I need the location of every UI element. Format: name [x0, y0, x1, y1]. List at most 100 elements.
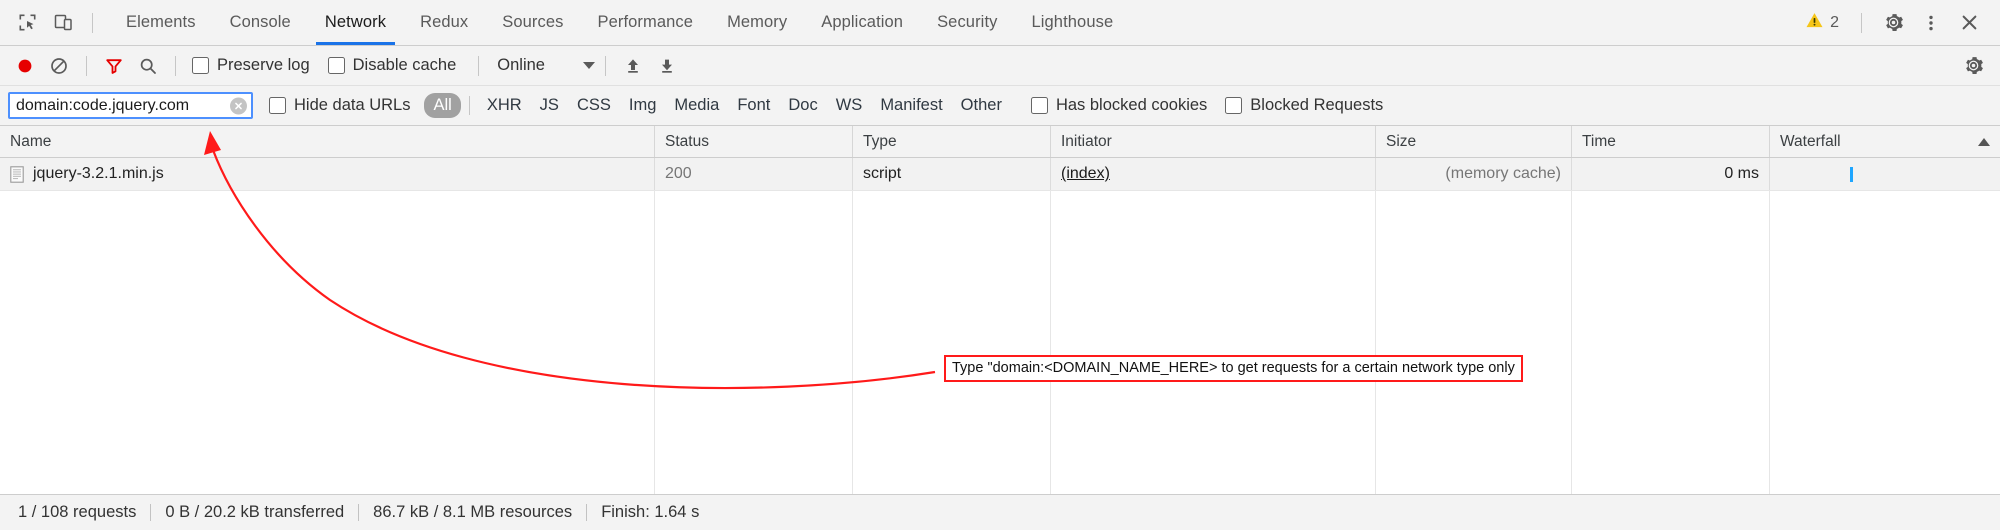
- chip-media[interactable]: Media: [665, 93, 728, 118]
- has-blocked-cookies-box: [1030, 97, 1048, 114]
- request-name: jquery-3.2.1.min.js: [33, 165, 164, 182]
- tab-security[interactable]: Security: [920, 0, 1014, 45]
- waterfall-bar: [1850, 166, 1853, 182]
- warning-icon: [1805, 11, 1824, 35]
- toolbar-divider-4: [604, 55, 606, 76]
- script-file-icon: [10, 165, 24, 183]
- chip-ws[interactable]: WS: [827, 93, 872, 118]
- filter-input-wrap: [8, 92, 253, 119]
- network-statusbar: 1 / 108 requests 0 B / 20.2 kB transferr…: [0, 494, 2000, 530]
- chip-js[interactable]: JS: [531, 93, 568, 118]
- network-request-table: Name Status Type Initiator Size Time Wat…: [0, 126, 2000, 494]
- tabbar-divider: [92, 12, 93, 33]
- column-header-time[interactable]: Time: [1572, 126, 1770, 157]
- tab-redux[interactable]: Redux: [403, 0, 485, 45]
- preserve-log-label: Preserve log: [217, 56, 310, 74]
- has-blocked-cookies-checkbox[interactable]: Has blocked cookies: [1030, 96, 1208, 115]
- tabbar-actions-divider: [1861, 12, 1862, 33]
- toolbar-divider-3: [478, 55, 480, 76]
- toolbar-right-actions: [1956, 49, 1990, 83]
- initiator-link[interactable]: (index): [1061, 165, 1110, 183]
- tabbar-actions: 2: [1797, 0, 1990, 45]
- sort-ascending-icon: [1978, 137, 1990, 146]
- network-filterbar: Hide data URLs All XHR JS CSS Img Media …: [0, 86, 2000, 126]
- column-header-name[interactable]: Name: [0, 126, 655, 157]
- more-options-icon[interactable]: [1914, 6, 1948, 40]
- chip-all[interactable]: All: [424, 93, 461, 118]
- column-header-waterfall[interactable]: Waterfall: [1770, 126, 2000, 157]
- network-settings-gear-icon[interactable]: [1956, 49, 1990, 83]
- tab-lighthouse[interactable]: Lighthouse: [1014, 0, 1130, 45]
- status-transferred: 0 B / 20.2 kB transferred: [165, 503, 345, 521]
- chip-img[interactable]: Img: [620, 93, 666, 118]
- chip-font[interactable]: Font: [728, 93, 779, 118]
- hide-data-urls-label: Hide data URLs: [294, 96, 411, 114]
- tab-console[interactable]: Console: [213, 0, 308, 45]
- cell-status: 200: [655, 158, 853, 190]
- column-header-waterfall-label: Waterfall: [1780, 132, 1841, 150]
- toolbar-divider-1: [86, 55, 87, 76]
- export-har-icon[interactable]: [650, 49, 684, 83]
- preserve-log-box: [192, 57, 209, 74]
- settings-gear-icon[interactable]: [1876, 6, 1910, 40]
- blocked-requests-box: [1225, 97, 1243, 114]
- tab-performance[interactable]: Performance: [581, 0, 711, 45]
- blocked-requests-checkbox[interactable]: Blocked Requests: [1225, 96, 1383, 115]
- cell-time: 0 ms: [1572, 158, 1770, 190]
- tab-sources[interactable]: Sources: [485, 0, 580, 45]
- status-requests: 1 / 108 requests: [18, 503, 137, 521]
- blocked-requests-label: Blocked Requests: [1250, 96, 1384, 114]
- cell-size: (memory cache): [1376, 158, 1572, 190]
- table-row[interactable]: jquery-3.2.1.min.js 200 script (index) (…: [0, 158, 2000, 191]
- table-body: jquery-3.2.1.min.js 200 script (index) (…: [0, 158, 2000, 494]
- inspect-element-icon[interactable]: [10, 6, 44, 40]
- hide-data-urls-box: [269, 97, 286, 114]
- tab-network[interactable]: Network: [308, 0, 403, 45]
- column-header-size[interactable]: Size: [1376, 126, 1572, 157]
- chip-divider: [468, 96, 470, 115]
- device-toolbar-icon[interactable]: [46, 6, 80, 40]
- disable-cache-checkbox[interactable]: Disable cache: [327, 56, 457, 75]
- chip-css[interactable]: CSS: [568, 93, 620, 118]
- cell-name: jquery-3.2.1.min.js: [0, 158, 655, 190]
- import-har-icon[interactable]: [616, 49, 650, 83]
- chip-doc[interactable]: Doc: [779, 93, 826, 118]
- devtools-window: Elements Console Network Redux Sources P…: [0, 0, 2000, 530]
- chip-manifest[interactable]: Manifest: [871, 93, 951, 118]
- column-header-initiator[interactable]: Initiator: [1051, 126, 1376, 157]
- column-header-type[interactable]: Type: [853, 126, 1051, 157]
- cell-waterfall: [1770, 158, 2000, 190]
- clear-filter-icon[interactable]: [230, 97, 247, 114]
- tab-application[interactable]: Application: [804, 0, 920, 45]
- warning-count: 2: [1830, 13, 1839, 31]
- tabbar-tools: [10, 0, 103, 45]
- disable-cache-label: Disable cache: [352, 56, 457, 74]
- chip-xhr[interactable]: XHR: [478, 93, 531, 118]
- table-header-row: Name Status Type Initiator Size Time Wat…: [0, 126, 2000, 158]
- chip-other[interactable]: Other: [952, 93, 1011, 118]
- filter-icon[interactable]: [97, 49, 131, 83]
- has-blocked-cookies-label: Has blocked cookies: [1055, 96, 1208, 114]
- status-finish: Finish: 1.64 s: [601, 503, 700, 521]
- column-header-status[interactable]: Status: [655, 126, 853, 157]
- close-devtools-icon[interactable]: [1952, 6, 1986, 40]
- warning-indicator[interactable]: 2: [1797, 11, 1847, 35]
- filter-input[interactable]: [8, 92, 253, 119]
- search-icon[interactable]: [131, 49, 165, 83]
- network-toolbar: Preserve log Disable cache Online: [0, 46, 2000, 86]
- tab-memory[interactable]: Memory: [710, 0, 804, 45]
- cell-type: script: [853, 158, 1051, 190]
- throttle-select[interactable]: Online: [497, 56, 595, 75]
- resource-type-chips: All XHR JS CSS Img Media Font Doc WS Man…: [424, 93, 1010, 118]
- panel-tabs: Elements Console Network Redux Sources P…: [109, 0, 1130, 45]
- toolbar-divider-2: [175, 55, 176, 76]
- disable-cache-box: [327, 57, 345, 74]
- cell-initiator: (index): [1051, 158, 1376, 190]
- status-resources: 86.7 kB / 8.1 MB resources: [373, 503, 573, 521]
- record-button[interactable]: [8, 49, 42, 83]
- chevron-down-icon: [582, 62, 595, 69]
- preserve-log-checkbox[interactable]: Preserve log: [192, 56, 310, 75]
- tab-elements[interactable]: Elements: [109, 0, 213, 45]
- clear-button[interactable]: [42, 49, 76, 83]
- hide-data-urls-checkbox[interactable]: Hide data URLs: [269, 96, 410, 115]
